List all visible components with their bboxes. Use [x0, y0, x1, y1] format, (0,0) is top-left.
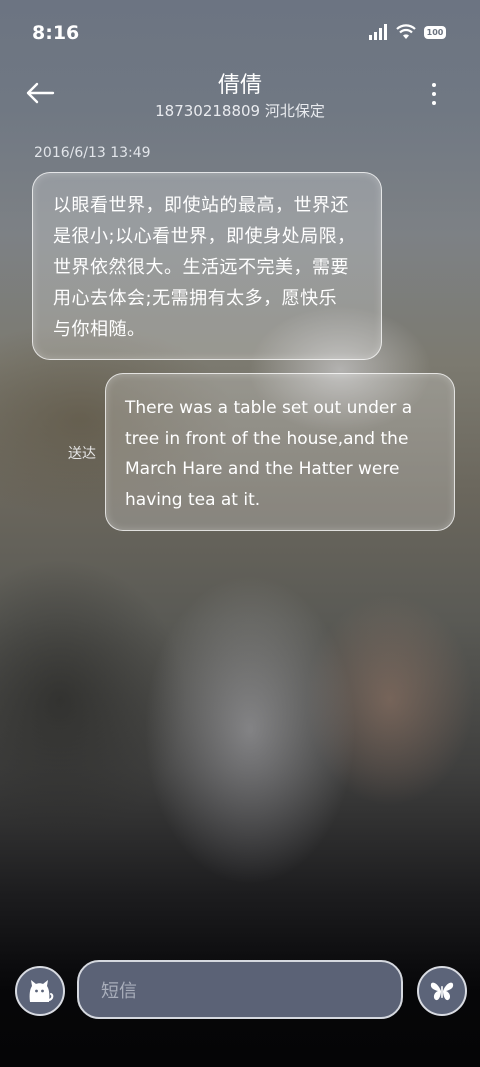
signal-icon	[369, 24, 387, 40]
emoji-cat-button[interactable]	[15, 966, 65, 1016]
status-bar: 8:16 100	[0, 0, 480, 66]
conversation-header: 倩倩 18730218809 河北保定	[0, 66, 480, 126]
message-line: March Hare and the Hatter were	[125, 459, 400, 479]
battery-icon: 100	[424, 25, 446, 39]
more-vertical-icon	[432, 83, 436, 87]
contact-name: 倩倩	[217, 73, 262, 98]
composer-bar: 短信	[0, 955, 480, 1025]
cat-icon	[29, 980, 54, 1002]
message-line: 以眼看世界，即使站的最高，世界还	[53, 195, 349, 216]
message-line: 是很小;以心看世界，即使身处局限，	[53, 226, 356, 247]
delivery-status: 送达	[68, 446, 96, 462]
status-icons: 100	[368, 24, 446, 40]
message-line: tree in front of the house,and the	[125, 428, 409, 449]
message-line: 与你相随。	[53, 319, 146, 340]
contact-number-location: 18730218809 河北保定	[155, 102, 325, 120]
more-options-button[interactable]	[422, 80, 446, 108]
send-butterfly-button[interactable]	[417, 966, 467, 1016]
message-line: 世界依然很大。生活远不完美，需要	[53, 257, 349, 278]
message-line: having tea at it.	[125, 489, 261, 510]
message-timestamp: 2016/6/13 13:49	[34, 145, 151, 161]
sms-placeholder: 短信	[101, 980, 137, 1002]
status-time: 8:16	[32, 22, 80, 44]
sms-input[interactable]: 短信	[77, 960, 403, 1019]
butterfly-icon	[430, 982, 454, 1001]
wifi-icon	[396, 24, 416, 39]
message-line: There was a table set out under a	[125, 398, 413, 418]
battery-level: 100	[426, 27, 444, 37]
message-line: 用心去体会;无需拥有太多，愿快乐	[53, 288, 338, 309]
incoming-message-bubble[interactable]: 以眼看世界，即使站的最高，世界还 是很小;以心看世界，即使身处局限， 世界依然很…	[32, 172, 382, 360]
outgoing-message-bubble[interactable]: There was a table set out under a tree i…	[105, 373, 455, 531]
